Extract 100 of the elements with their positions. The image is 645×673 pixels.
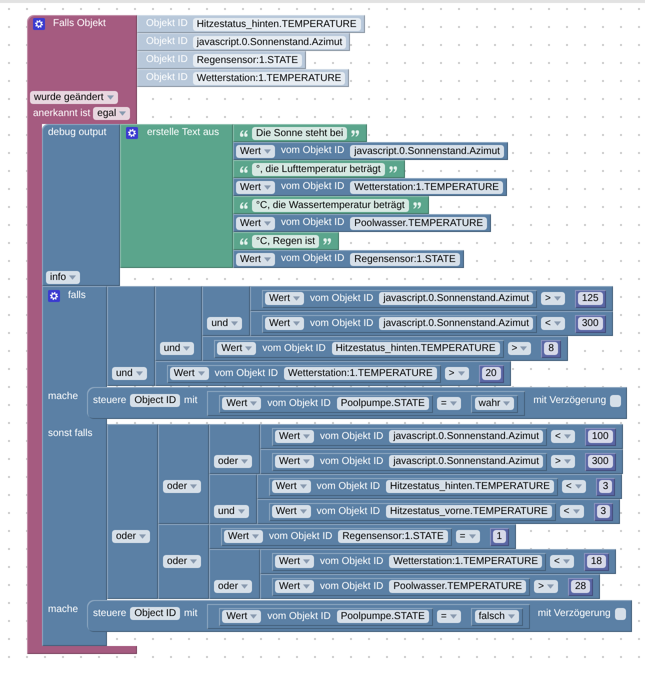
- attribute-dropdown[interactable]: Wert: [224, 530, 263, 543]
- object-id-field[interactable]: Object ID: [130, 394, 180, 407]
- delay-checkbox[interactable]: [610, 395, 622, 407]
- open-quote-icon: [240, 202, 248, 208]
- attribute-dropdown[interactable]: Wert: [236, 180, 275, 194]
- object-id-field[interactable]: javascript.0.Sonnenstand.Azimut: [389, 455, 543, 468]
- caret-icon: [564, 459, 571, 464]
- boolean-dropdown[interactable]: wahr: [474, 397, 514, 410]
- logic-operator-dropdown[interactable]: und: [160, 342, 194, 355]
- attribute-dropdown[interactable]: Wert: [170, 367, 209, 380]
- boolean-dropdown[interactable]: falsch: [474, 610, 519, 623]
- text-field[interactable]: °, die Lufttemperatur beträgt: [252, 162, 385, 176]
- object-id-field[interactable]: Wetterstation:1.TEMPERATURE: [192, 72, 346, 84]
- logic-operator-dropdown[interactable]: und: [112, 367, 147, 380]
- attribute-dropdown[interactable]: Wert: [275, 580, 314, 593]
- text-field[interactable]: Die Sonne steht bei: [252, 126, 348, 140]
- attribute-dropdown[interactable]: Wert: [236, 216, 275, 230]
- operator-dropdown[interactable]: >: [541, 292, 565, 305]
- operator-dropdown[interactable]: =: [456, 530, 480, 543]
- object-id-field[interactable]: javascript.0.Sonnenstand.Azimut: [192, 36, 346, 48]
- number-field[interactable]: 28: [570, 580, 590, 593]
- delay-label: mit Verzögerung: [538, 608, 611, 620]
- number-field[interactable]: 3: [598, 480, 612, 493]
- object-id-field[interactable]: Hitzestatus_hinten.TEMPERATURE: [332, 342, 500, 355]
- logic-operator-dropdown[interactable]: oder: [214, 455, 252, 468]
- object-id-field[interactable]: javascript.0.Sonnenstand.Azimut: [379, 292, 533, 305]
- attribute-dropdown[interactable]: Wert: [275, 455, 314, 468]
- number-field[interactable]: 18: [586, 555, 606, 568]
- object-id-field[interactable]: javascript.0.Sonnenstand.Azimut: [379, 317, 533, 330]
- event-dropdown[interactable]: wurde geändert: [30, 91, 118, 104]
- object-id-field[interactable]: Wetterstation:1.TEMPERATURE: [389, 555, 542, 568]
- logic-operator-dropdown[interactable]: oder: [163, 480, 202, 493]
- attribute-dropdown[interactable]: Wert: [217, 342, 256, 355]
- operator-dropdown[interactable]: >: [534, 580, 558, 593]
- object-id-field[interactable]: Hitzestatus_hinten.TEMPERATURE: [386, 480, 554, 493]
- attribute-dropdown[interactable]: Wert: [272, 505, 311, 518]
- ack-dropdown[interactable]: egal: [93, 107, 130, 120]
- number-field[interactable]: 125: [578, 292, 603, 305]
- object-id-field[interactable]: Poolwasser.TEMPERATURE: [389, 580, 526, 593]
- operator-dropdown[interactable]: <: [550, 430, 575, 443]
- text-field[interactable]: °C, Regen ist: [252, 234, 320, 248]
- object-id-field[interactable]: Poolwasser.TEMPERATURE: [350, 216, 488, 230]
- caret-icon: [302, 434, 310, 439]
- operator-dropdown[interactable]: <: [541, 317, 565, 330]
- number-field[interactable]: 1: [492, 530, 506, 543]
- logic-operator-dropdown[interactable]: und: [207, 317, 242, 330]
- number-field[interactable]: 300: [578, 317, 603, 330]
- logic-operator-dropdown[interactable]: oder: [214, 580, 252, 593]
- gear-icon[interactable]: [48, 290, 60, 302]
- attribute-dropdown[interactable]: Wert: [275, 430, 314, 443]
- object-id-field[interactable]: Wetterstation:1.TEMPERATURE: [350, 180, 503, 194]
- attribute-dropdown[interactable]: Wert: [265, 317, 304, 330]
- caret-icon: [250, 401, 258, 406]
- object-id-field[interactable]: Object ID: [130, 607, 180, 620]
- operator-dropdown[interactable]: >: [444, 367, 468, 380]
- get-value-label: vom Objekt ID: [310, 292, 374, 304]
- number-field[interactable]: 300: [588, 455, 613, 468]
- caret-icon: [190, 484, 198, 489]
- delay-label: mit Verzögerung: [533, 395, 606, 407]
- log-level-dropdown[interactable]: info: [46, 270, 80, 284]
- object-id-field[interactable]: Regensensor:1.STATE: [192, 54, 302, 66]
- number-field[interactable]: 3: [596, 505, 610, 518]
- object-id-field[interactable]: Poolpumpe.STATE: [336, 610, 429, 623]
- delay-checkbox[interactable]: [614, 608, 626, 620]
- object-id-field[interactable]: Hitzestatus_vorne.TEMPERATURE: [386, 505, 552, 518]
- operator-dropdown[interactable]: >: [550, 455, 575, 468]
- number-field[interactable]: 100: [588, 430, 613, 443]
- number-field[interactable]: 20: [482, 367, 501, 380]
- object-id-field[interactable]: javascript.0.Sonnenstand.Azimut: [350, 144, 504, 158]
- operator-dropdown[interactable]: =: [436, 397, 461, 410]
- object-id-field[interactable]: Poolpumpe.STATE: [336, 397, 429, 410]
- operator-dropdown[interactable]: >: [508, 342, 532, 355]
- operator-dropdown[interactable]: <: [562, 480, 586, 493]
- object-id-field[interactable]: Regensensor:1.STATE: [338, 530, 448, 543]
- caret-icon: [69, 274, 76, 280]
- attribute-dropdown[interactable]: Wert: [222, 610, 262, 623]
- gear-icon[interactable]: [126, 127, 138, 139]
- attribute-dropdown[interactable]: Wert: [272, 480, 311, 493]
- attribute-dropdown[interactable]: Wert: [236, 252, 275, 266]
- open-quote-icon: [240, 130, 248, 136]
- logic-operator-dropdown[interactable]: oder: [163, 555, 202, 568]
- gear-icon[interactable]: [33, 18, 45, 30]
- caret-icon: [450, 401, 457, 406]
- logic-operator-dropdown[interactable]: und: [214, 505, 249, 518]
- operator-dropdown[interactable]: <: [550, 555, 574, 568]
- caret-icon: [241, 584, 248, 589]
- attribute-dropdown[interactable]: Wert: [236, 144, 275, 158]
- operator-dropdown[interactable]: =: [436, 610, 461, 623]
- object-id-field[interactable]: javascript.0.Sonnenstand.Azimut: [389, 430, 543, 443]
- logic-operator-dropdown[interactable]: oder: [112, 530, 150, 543]
- attribute-dropdown[interactable]: Wert: [265, 292, 304, 305]
- object-id-field[interactable]: Regensensor:1.STATE: [350, 252, 460, 266]
- object-id-field[interactable]: Wetterstation:1.TEMPERATURE: [284, 367, 437, 380]
- number-field[interactable]: 8: [544, 342, 558, 355]
- attribute-dropdown[interactable]: Wert: [275, 555, 314, 568]
- attribute-dropdown[interactable]: Wert: [222, 397, 262, 410]
- debug-label: debug output: [47, 126, 108, 139]
- object-id-field[interactable]: Hitzestatus_hinten.TEMPERATURE: [192, 18, 361, 30]
- operator-dropdown[interactable]: <: [560, 505, 584, 518]
- text-field[interactable]: °C, die Wassertemperatur beträgt: [252, 198, 409, 212]
